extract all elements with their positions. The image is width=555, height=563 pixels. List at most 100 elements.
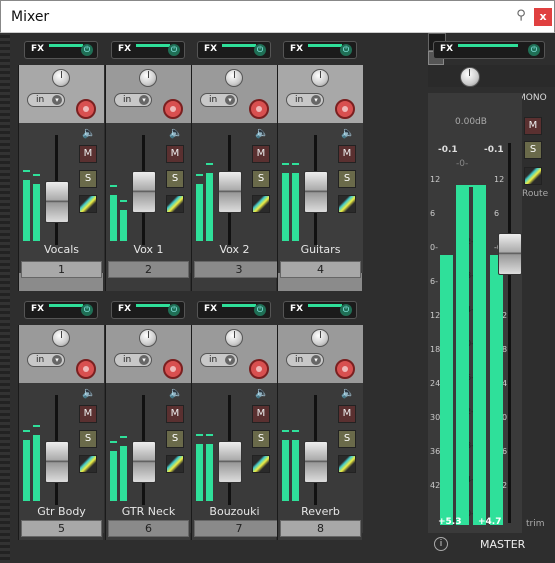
power-icon[interactable]: ⏻ <box>528 44 540 56</box>
dropdown-icon[interactable]: ▾ <box>311 355 321 365</box>
power-icon[interactable]: ⏻ <box>254 304 266 316</box>
record-arm-button[interactable] <box>163 99 183 119</box>
input-select[interactable]: in ▾ <box>27 353 65 367</box>
channel-strip[interactable]: in ▾ 🔈 M S Reverb 8 <box>277 325 363 540</box>
pan-knob[interactable] <box>311 69 329 87</box>
solo-button[interactable]: S <box>338 170 356 188</box>
speaker-icon[interactable]: 🔈 <box>169 127 183 139</box>
power-icon[interactable]: ⏻ <box>168 304 180 316</box>
mute-button[interactable]: M <box>338 145 356 163</box>
solo-button[interactable]: S <box>252 170 270 188</box>
input-select[interactable]: in ▾ <box>200 353 238 367</box>
input-select[interactable]: in ▾ <box>286 353 324 367</box>
pan-knob[interactable] <box>311 329 329 347</box>
fx-bar[interactable]: FX ⏻ <box>111 41 185 59</box>
input-select[interactable]: in ▾ <box>286 93 324 107</box>
record-arm-button[interactable] <box>249 99 269 119</box>
mute-button[interactable]: M <box>252 145 270 163</box>
dropdown-icon[interactable]: ▾ <box>311 95 321 105</box>
fx-bar-master[interactable]: FX ⏻ <box>433 41 545 59</box>
fx-bar[interactable]: FX ⏻ <box>111 301 185 319</box>
mute-button[interactable]: M <box>79 145 97 163</box>
input-select[interactable]: in ▾ <box>114 93 152 107</box>
speaker-icon[interactable]: 🔈 <box>169 387 183 399</box>
mute-button[interactable]: M <box>79 405 97 423</box>
channel-strip[interactable]: in ▾ 🔈 M S Guitars 4 <box>277 65 363 291</box>
record-arm-button[interactable] <box>76 99 96 119</box>
volume-fader[interactable] <box>218 441 242 483</box>
dropdown-icon[interactable]: ▾ <box>139 355 149 365</box>
fx-bar[interactable]: FX ⏻ <box>197 41 271 59</box>
volume-fader[interactable] <box>304 441 328 483</box>
solo-button[interactable]: S <box>79 430 97 448</box>
speaker-icon[interactable]: 🔈 <box>82 127 96 139</box>
fx-bar[interactable]: FX ⏻ <box>283 41 357 59</box>
mute-button[interactable]: M <box>252 405 270 423</box>
record-arm-button[interactable] <box>335 99 355 119</box>
phase-icon[interactable] <box>252 455 270 473</box>
power-icon[interactable]: ⏻ <box>81 44 93 56</box>
volume-fader[interactable] <box>304 171 328 213</box>
volume-fader[interactable] <box>45 441 69 483</box>
input-select[interactable]: in ▾ <box>114 353 152 367</box>
record-arm-button[interactable] <box>335 359 355 379</box>
volume-fader[interactable] <box>132 441 156 483</box>
speaker-icon[interactable]: 🔈 <box>255 127 269 139</box>
volume-fader[interactable] <box>45 181 69 223</box>
pan-knob[interactable] <box>52 329 70 347</box>
channel-strip[interactable]: in ▾ 🔈 M S Bouzouki 7 <box>191 325 284 540</box>
solo-button[interactable]: S <box>338 430 356 448</box>
pan-knob[interactable] <box>139 329 157 347</box>
speaker-icon[interactable]: 🔈 <box>341 127 355 139</box>
mute-button[interactable]: M <box>166 145 184 163</box>
pin-icon[interactable]: ⚲ <box>511 6 531 26</box>
master-mute-button[interactable]: M <box>524 117 542 135</box>
record-arm-button[interactable] <box>249 359 269 379</box>
power-icon[interactable]: ⏻ <box>168 44 180 56</box>
pan-knob[interactable] <box>139 69 157 87</box>
fx-bar[interactable]: FX ⏻ <box>197 301 271 319</box>
info-icon[interactable]: i <box>434 537 448 551</box>
route-icon[interactable] <box>524 167 542 185</box>
volume-fader[interactable] <box>218 171 242 213</box>
pan-knob[interactable] <box>52 69 70 87</box>
solo-button[interactable]: S <box>166 170 184 188</box>
phase-icon[interactable] <box>166 455 184 473</box>
solo-button[interactable]: S <box>252 430 270 448</box>
fx-bar[interactable]: FX ⏻ <box>283 301 357 319</box>
dropdown-icon[interactable]: ▾ <box>139 95 149 105</box>
speaker-icon[interactable]: 🔈 <box>82 387 96 399</box>
mute-button[interactable]: M <box>166 405 184 423</box>
speaker-icon[interactable]: 🔈 <box>255 387 269 399</box>
phase-icon[interactable] <box>252 195 270 213</box>
input-select[interactable]: in ▾ <box>200 93 238 107</box>
solo-button[interactable]: S <box>166 430 184 448</box>
record-arm-button[interactable] <box>163 359 183 379</box>
pan-knob[interactable] <box>225 329 243 347</box>
fx-bar[interactable]: FX ⏻ <box>24 41 98 59</box>
power-icon[interactable]: ⏻ <box>81 304 93 316</box>
phase-icon[interactable] <box>338 455 356 473</box>
power-icon[interactable]: ⏻ <box>340 304 352 316</box>
volume-fader[interactable] <box>132 171 156 213</box>
dropdown-icon[interactable]: ▾ <box>52 355 62 365</box>
mute-button[interactable]: M <box>338 405 356 423</box>
dropdown-icon[interactable]: ▾ <box>225 95 235 105</box>
phase-icon[interactable] <box>79 455 97 473</box>
pan-knob-master[interactable] <box>460 67 480 87</box>
fx-bar[interactable]: FX ⏻ <box>24 301 98 319</box>
dropdown-icon[interactable]: ▾ <box>52 95 62 105</box>
channel-strip[interactable]: in ▾ 🔈 M S Vox 2 3 <box>191 65 284 291</box>
pan-knob[interactable] <box>225 69 243 87</box>
channel-strip[interactable]: in ▾ 🔈 M S GTR Neck 6 <box>105 325 191 540</box>
record-arm-button[interactable] <box>76 359 96 379</box>
channel-strip[interactable]: in ▾ 🔈 M S Gtr Body 5 <box>18 325 104 540</box>
solo-button[interactable]: S <box>79 170 97 188</box>
input-select[interactable]: in ▾ <box>27 93 65 107</box>
phase-icon[interactable] <box>79 195 97 213</box>
power-icon[interactable]: ⏻ <box>254 44 266 56</box>
phase-icon[interactable] <box>338 195 356 213</box>
close-button[interactable]: x <box>534 8 552 26</box>
speaker-icon[interactable]: 🔈 <box>341 387 355 399</box>
master-volume-fader[interactable] <box>498 233 522 275</box>
